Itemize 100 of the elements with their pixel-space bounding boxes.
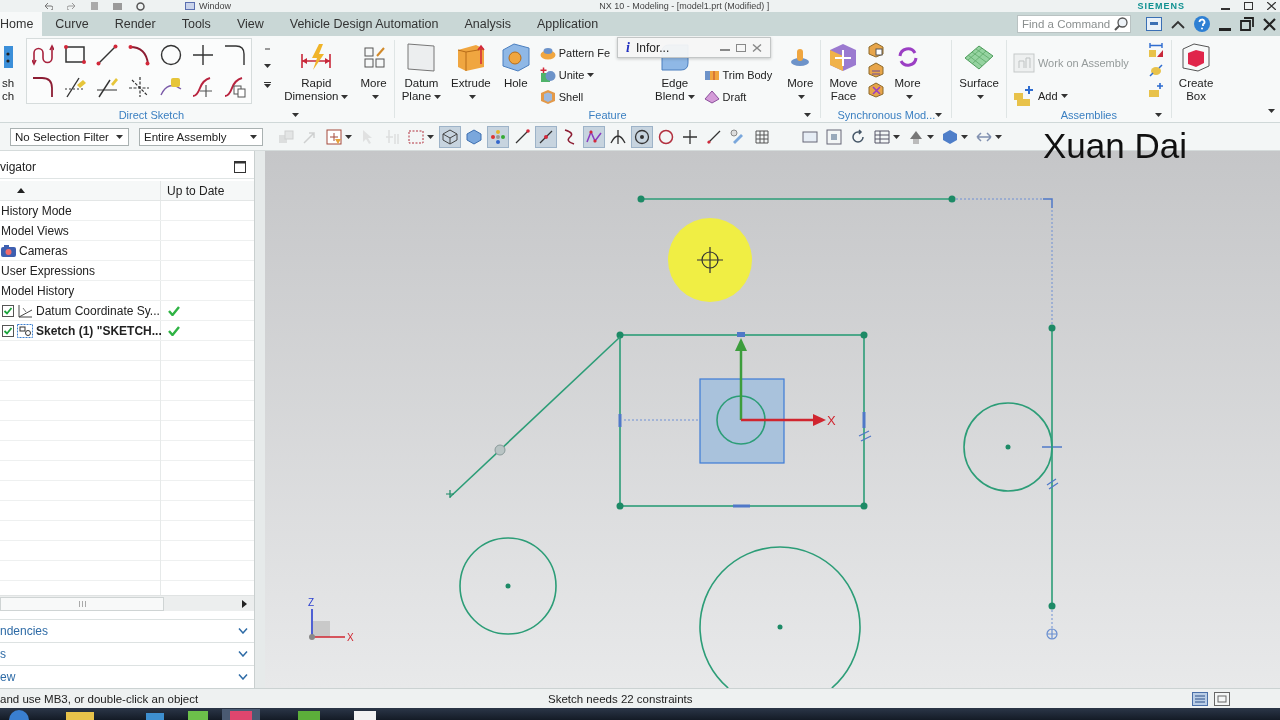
ribbon-button[interactable]: Unite — [538, 64, 596, 86]
diamond-icon — [703, 89, 720, 105]
filter-dropdown[interactable]: No Selection Filter — [10, 127, 129, 146]
dash-icon[interactable] — [264, 48, 270, 50]
arc-icon — [128, 44, 151, 66]
tree-node[interactable]: Sketch (1) "SKETCH... — [36, 323, 162, 338]
ribbon-tab[interactable]: Home — [0, 12, 43, 36]
scroll-down-icon[interactable] — [263, 64, 271, 68]
maximize-icon[interactable] — [1244, 2, 1253, 10]
ribbon-tab[interactable]: View — [223, 12, 277, 36]
ribbon-icon-button[interactable] — [1147, 62, 1164, 78]
camera-icon — [1, 244, 16, 257]
lines-icon[interactable] — [1192, 691, 1208, 706]
ribbon-icon-button[interactable] — [868, 42, 885, 58]
group-label: Assemblies — [1060, 109, 1117, 121]
ribbon-icon-button[interactable] — [1147, 82, 1164, 98]
window-icon — [185, 2, 195, 10]
ribbon-button[interactable]: More — [892, 40, 923, 108]
restore-icon[interactable] — [1240, 17, 1254, 31]
ribbon-button[interactable]: sh ch — [0, 40, 17, 108]
panel-section-header[interactable]: ndencies — [0, 619, 254, 642]
ribbon-button[interactable]: Add — [1011, 79, 1069, 112]
help-icon[interactable] — [1194, 16, 1210, 32]
frame-icon — [1012, 52, 1035, 73]
scrollbar-thumb[interactable] — [0, 596, 164, 611]
close-icon[interactable] — [1267, 2, 1276, 10]
ribbon-button[interactable]: Move Face — [826, 40, 861, 108]
undo-arrow-icon — [44, 2, 53, 10]
caret-icon — [341, 94, 349, 99]
toolbar-button[interactable] — [439, 125, 461, 148]
ribbon-button[interactable]: Rapid Dimension — [282, 40, 351, 108]
square-icon — [826, 128, 842, 145]
ribbon-tab[interactable]: Application — [524, 12, 612, 36]
ribbon-button[interactable]: Shell — [538, 86, 585, 108]
start-orb-icon — [6, 709, 32, 720]
ribbon-button[interactable]: Extrude — [449, 40, 493, 108]
sketch-icon — [17, 323, 33, 338]
ribbon-tab[interactable]: Render — [101, 12, 169, 36]
arrow-right-icon — [241, 599, 247, 608]
block-icon — [113, 2, 122, 10]
ribbon-tab[interactable]: Vehicle Design Automation — [276, 12, 452, 36]
squares-icon — [278, 128, 294, 145]
tree-node[interactable]: Cameras — [19, 243, 68, 258]
expand-icon[interactable] — [263, 82, 271, 88]
window-icon[interactable] — [1214, 691, 1230, 706]
dimension-icon — [300, 43, 333, 71]
ribbon-button[interactable]: Pattern Fe — [538, 42, 612, 64]
caret-icon[interactable] — [1154, 113, 1162, 117]
axis-triad — [309, 608, 346, 640]
rotate-icon — [896, 46, 919, 68]
ribbon-button[interactable]: Create Box — [1176, 40, 1216, 108]
line-point-icon — [514, 128, 530, 145]
tree-node[interactable]: Datum Coordinate Sy... — [36, 303, 160, 318]
dashed-cross-icon — [128, 76, 151, 98]
caret-icon — [427, 134, 434, 139]
tree-node[interactable]: History Mode — [1, 203, 72, 218]
stamp-icon — [790, 47, 811, 67]
ribbon-icon[interactable] — [1146, 17, 1162, 31]
panel-section-header[interactable]: s — [0, 642, 254, 665]
caret-icon[interactable] — [291, 113, 299, 117]
ribbon-button[interactable]: More — [358, 40, 389, 108]
ribbon-tab[interactable]: Analysis — [451, 12, 524, 36]
wireframe-box-icon — [442, 128, 458, 145]
ribbon-tab[interactable]: Curve — [42, 12, 102, 36]
cube-delete-icon — [868, 82, 885, 98]
ribbon-button[interactable]: Hole — [498, 40, 533, 108]
ribbon-button[interactable]: More — [785, 40, 816, 108]
caret-icon[interactable] — [1268, 109, 1275, 113]
ribbon-tab[interactable]: Tools — [168, 12, 224, 36]
nested-hexagon-icon — [539, 89, 556, 105]
ribbon-button[interactable]: Draft — [702, 86, 748, 108]
cube-icon — [1181, 42, 1212, 72]
tree-node[interactable]: User Expressions — [1, 263, 96, 278]
menu-item[interactable]: Window — [199, 1, 231, 11]
checkbox[interactable] — [2, 304, 14, 317]
sort-arrow-icon[interactable] — [17, 188, 25, 193]
ribbon-icon-button[interactable] — [868, 62, 885, 78]
filter-dropdown[interactable]: Entire Assembly — [139, 127, 263, 146]
toolbar-button[interactable] — [583, 125, 605, 148]
close-icon[interactable] — [1263, 17, 1276, 31]
ribbon-button[interactable]: Trim Body — [702, 64, 774, 86]
ribbon-icon-button[interactable] — [1147, 42, 1164, 58]
dialog-title: Infor... — [635, 40, 670, 55]
curve-icon — [32, 44, 55, 66]
maximize-icon[interactable] — [234, 160, 246, 173]
dots-icon — [490, 128, 506, 145]
caret-icon[interactable] — [935, 113, 943, 117]
ribbon-button[interactable]: Datum Plane — [399, 40, 444, 108]
toolbar-button[interactable] — [631, 125, 653, 148]
caret-icon[interactable] — [804, 113, 812, 117]
cube-copy-icon — [868, 42, 885, 58]
ribbon-icon-button[interactable] — [868, 82, 885, 98]
caret-icon — [250, 134, 257, 139]
tree-node[interactable]: Model Views — [1, 223, 69, 238]
table-icon — [874, 128, 890, 145]
chevron-up-icon[interactable] — [1171, 19, 1185, 29]
ribbon-button[interactable]: Surface — [957, 40, 1001, 108]
command-search-field[interactable]: Find a Command — [1017, 15, 1131, 33]
checkbox[interactable] — [2, 324, 14, 337]
tree-node[interactable]: Model History — [1, 283, 75, 298]
